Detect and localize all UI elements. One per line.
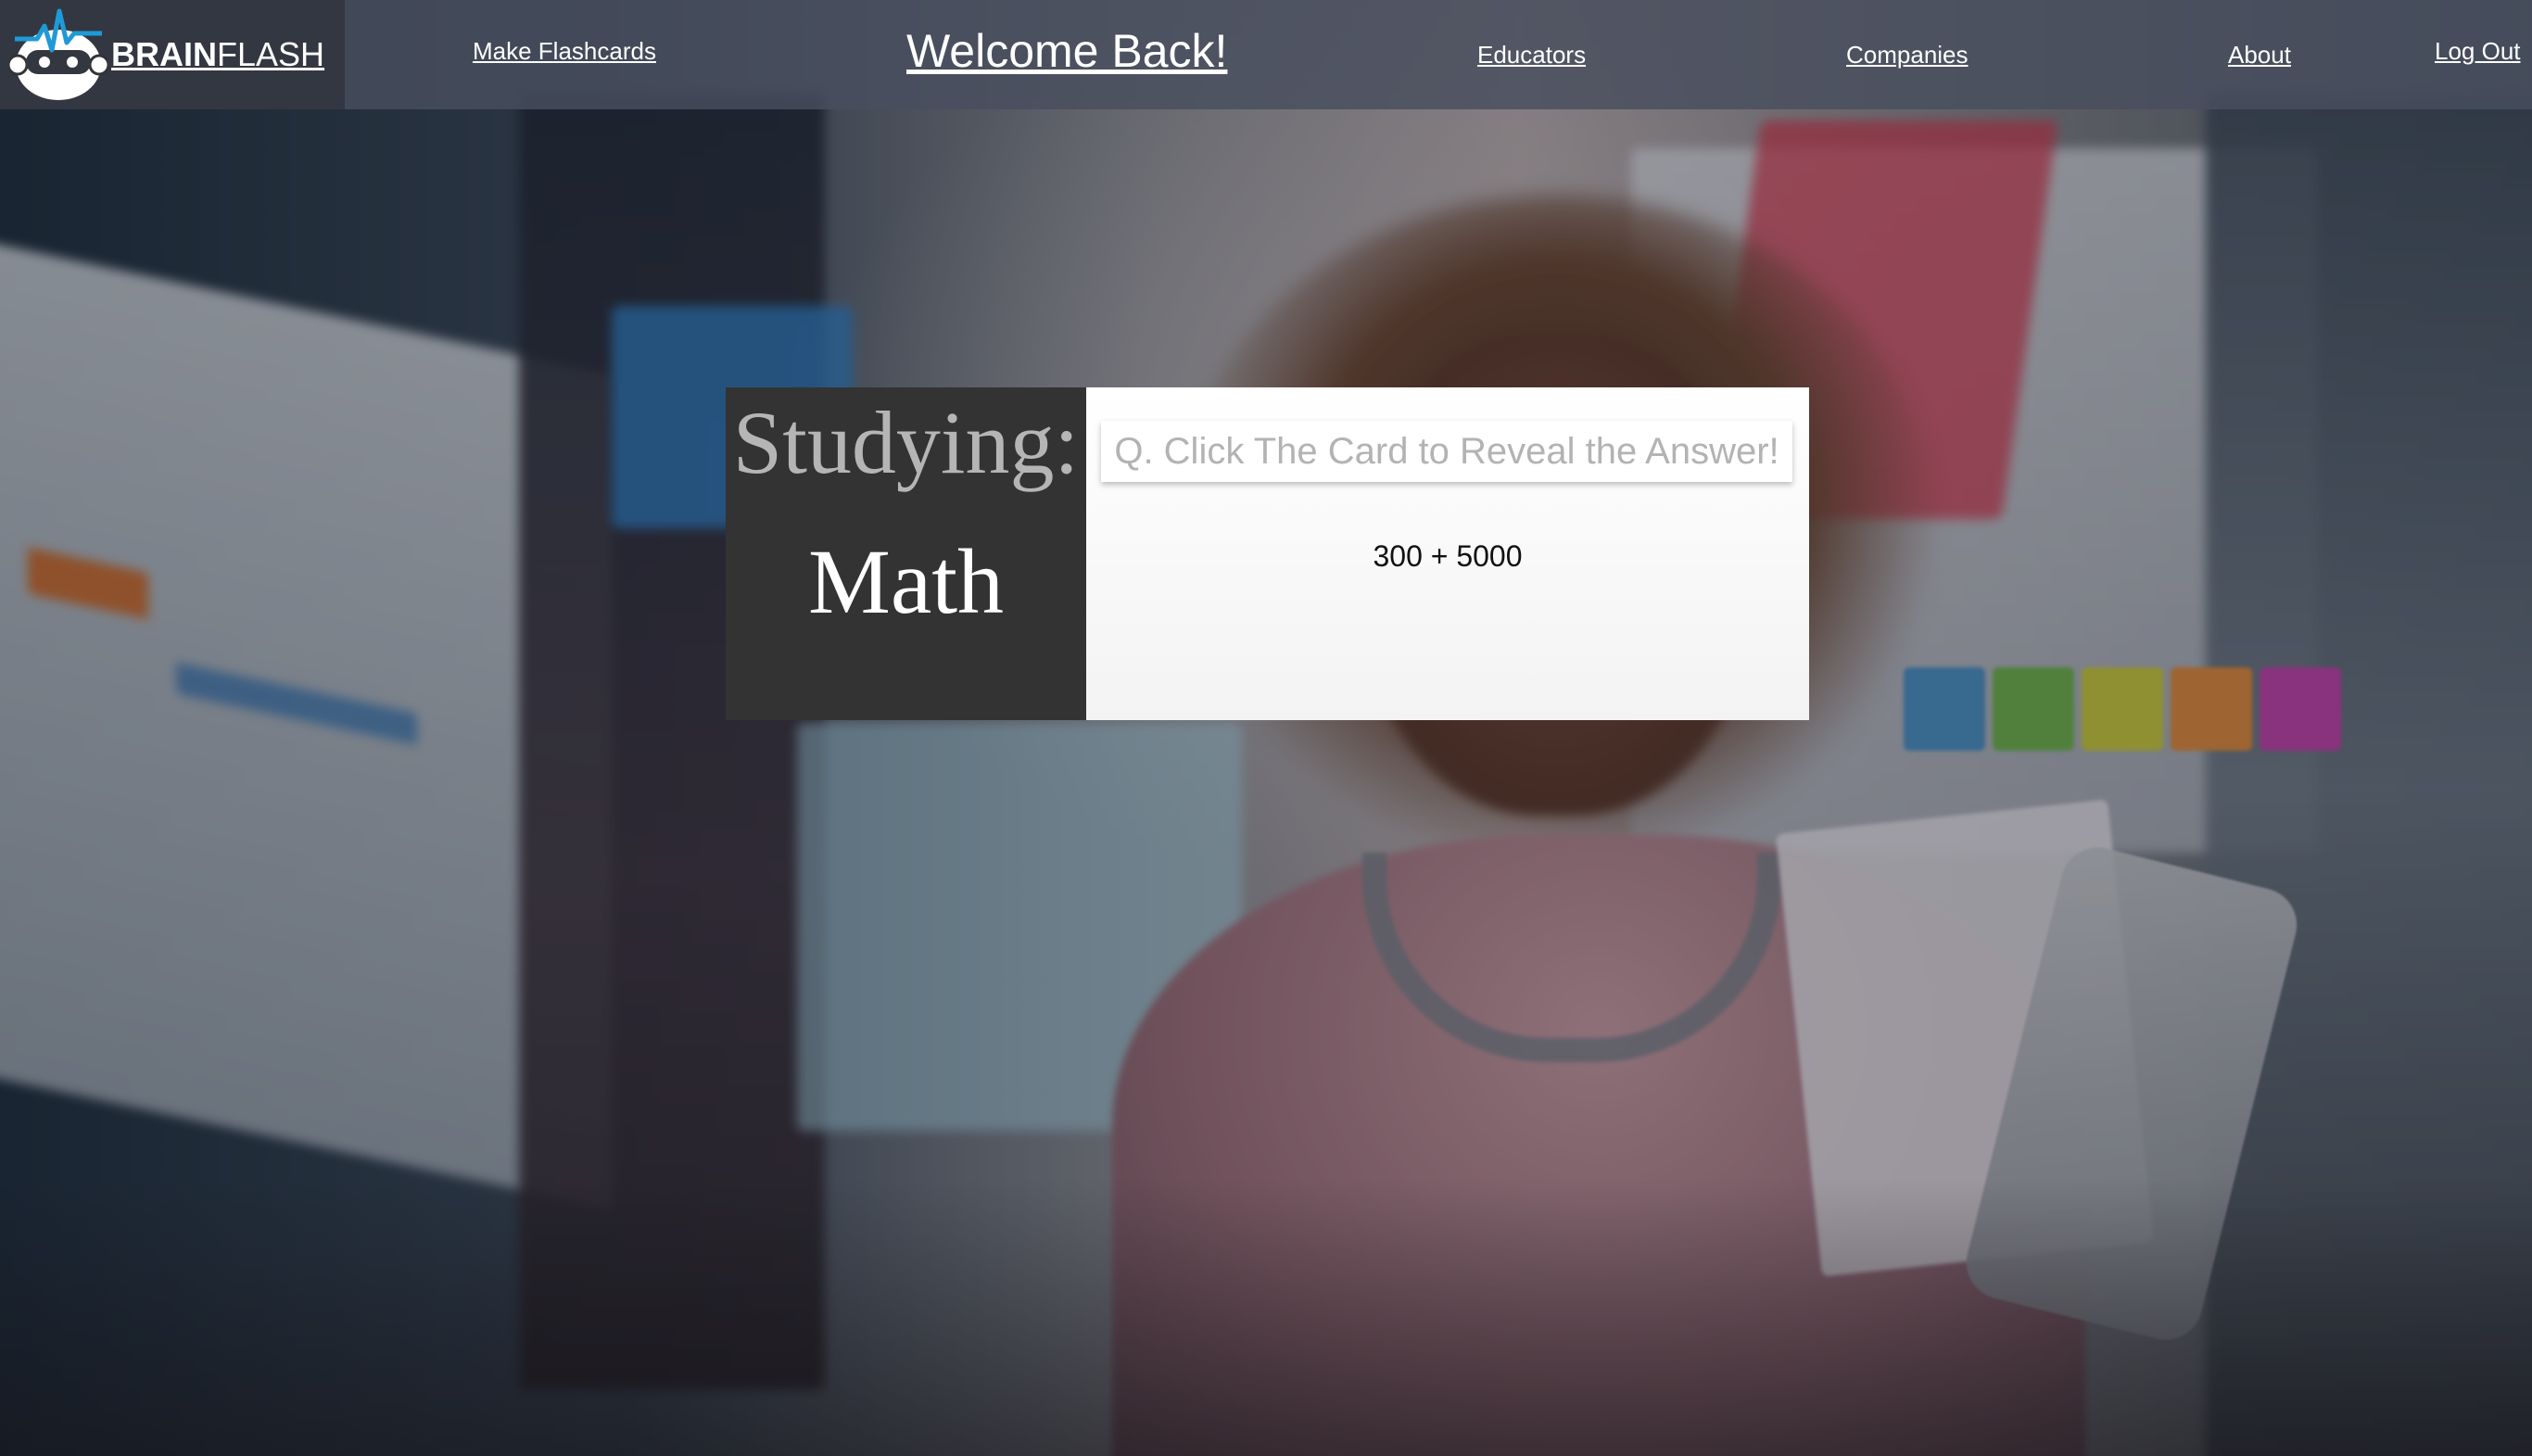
brand-home-link[interactable]: BRAINFLASH: [0, 0, 345, 109]
study-subject-panel: Studying: Math: [726, 387, 1086, 720]
flashcard-reveal-prompt: Q. Click The Card to Reveal the Answer!: [1101, 421, 1792, 482]
brain-robot-logo-icon: [6, 6, 110, 104]
nav-about-link[interactable]: About: [2228, 41, 2291, 70]
page: BRAINFLASH Make Flashcards Welcome Back!…: [0, 0, 2532, 1456]
flashcard-question: 300 + 5000: [1373, 539, 1523, 573]
nav-educators-link[interactable]: Educators: [1477, 41, 1586, 70]
brand-name: BRAINFLASH: [111, 35, 325, 73]
nav-make-flashcards-link[interactable]: Make Flashcards: [473, 37, 656, 66]
background-photo: [0, 0, 2532, 1456]
nav-logout-link[interactable]: Log Out: [2435, 37, 2521, 66]
nav-companies-link[interactable]: Companies: [1846, 41, 1969, 70]
subject-name: Math: [807, 530, 1005, 633]
top-nav-bar: BRAINFLASH Make Flashcards Welcome Back!…: [0, 0, 2532, 109]
studying-heading: Studying:: [732, 393, 1080, 492]
nav-welcome-title-link[interactable]: Welcome Back!: [906, 24, 1227, 78]
flashcard[interactable]: Q. Click The Card to Reveal the Answer! …: [1086, 387, 1809, 720]
